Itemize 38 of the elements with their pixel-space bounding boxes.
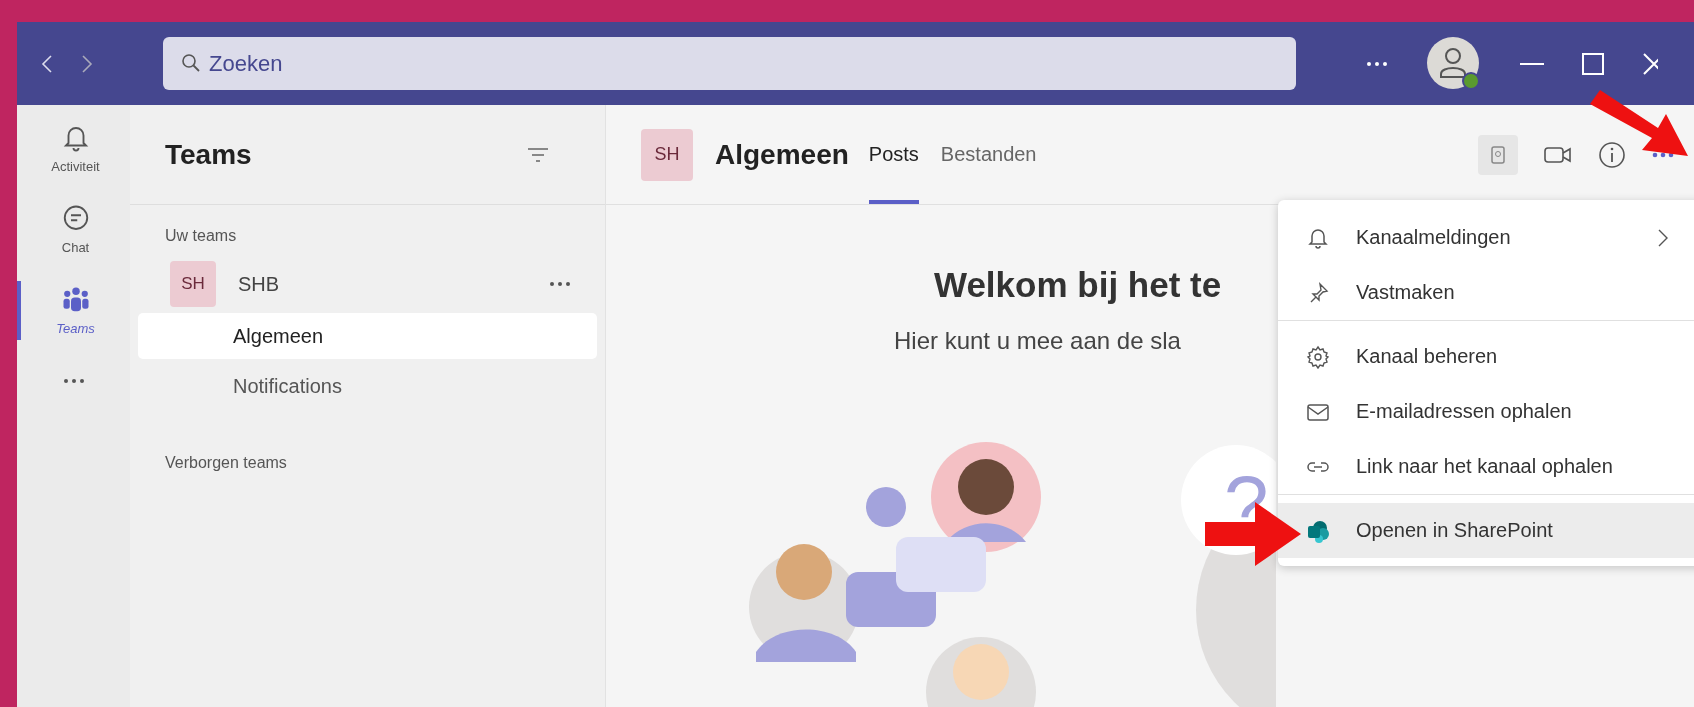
tab[interactable]: Posts — [868, 105, 919, 204]
section-label: Uw teams — [164, 227, 238, 245]
menu-item[interactable]: Openen in SharePoint — [1278, 503, 1694, 558]
gear-icon — [1306, 344, 1330, 369]
channel-item[interactable]: Notifications — [138, 363, 597, 409]
team-avatar: SH — [170, 261, 216, 307]
forward-icon[interactable] — [81, 53, 93, 74]
chevron-right-icon — [1658, 228, 1668, 247]
more-options-icon[interactable] — [1366, 60, 1388, 67]
welcome-subtitle: Hier kunt u mee aan de sla — [894, 327, 1181, 355]
app-bar-item[interactable]: Activiteit — [17, 119, 130, 178]
profile-avatar-icon[interactable] — [1426, 35, 1482, 92]
search-field[interactable]: Zoeken — [163, 37, 1296, 90]
search-icon — [181, 53, 201, 73]
info-icon[interactable] — [1598, 140, 1626, 169]
video-camera-icon[interactable] — [1544, 144, 1572, 165]
back-icon[interactable] — [41, 53, 53, 74]
section-label: Verborgen teams — [164, 454, 288, 472]
menu-item[interactable]: E-mailadressen ophalen — [1278, 384, 1694, 439]
maximize-icon[interactable] — [1582, 52, 1604, 75]
minimize-icon[interactable] — [1520, 61, 1544, 66]
menu-item[interactable]: Vastmaken — [1278, 265, 1694, 321]
more-options-icon[interactable] — [549, 281, 571, 287]
menu-item[interactable]: Link naar het kanaal ophalen — [1278, 439, 1694, 495]
channel-item[interactable]: Algemeen — [138, 313, 597, 359]
welcome-heading: Welkom bij het te — [934, 265, 1222, 305]
sharepoint-logo-icon — [1306, 518, 1330, 543]
close-icon[interactable] — [1642, 52, 1658, 75]
menu-item[interactable]: Kanaal beheren — [1278, 329, 1694, 384]
tab[interactable]: Bestanden — [940, 105, 1037, 204]
app-bar-item[interactable]: Chat — [17, 200, 130, 259]
menu-item[interactable]: Kanaalmeldingen — [1278, 210, 1694, 265]
more-apps-icon[interactable] — [62, 378, 85, 384]
filter-icon[interactable] — [527, 145, 549, 164]
team-name[interactable]: SHB — [238, 272, 549, 296]
channel-avatar: SH — [641, 128, 693, 181]
channel-title: Algemeen — [715, 138, 849, 171]
panel-title: Teams — [165, 138, 252, 171]
